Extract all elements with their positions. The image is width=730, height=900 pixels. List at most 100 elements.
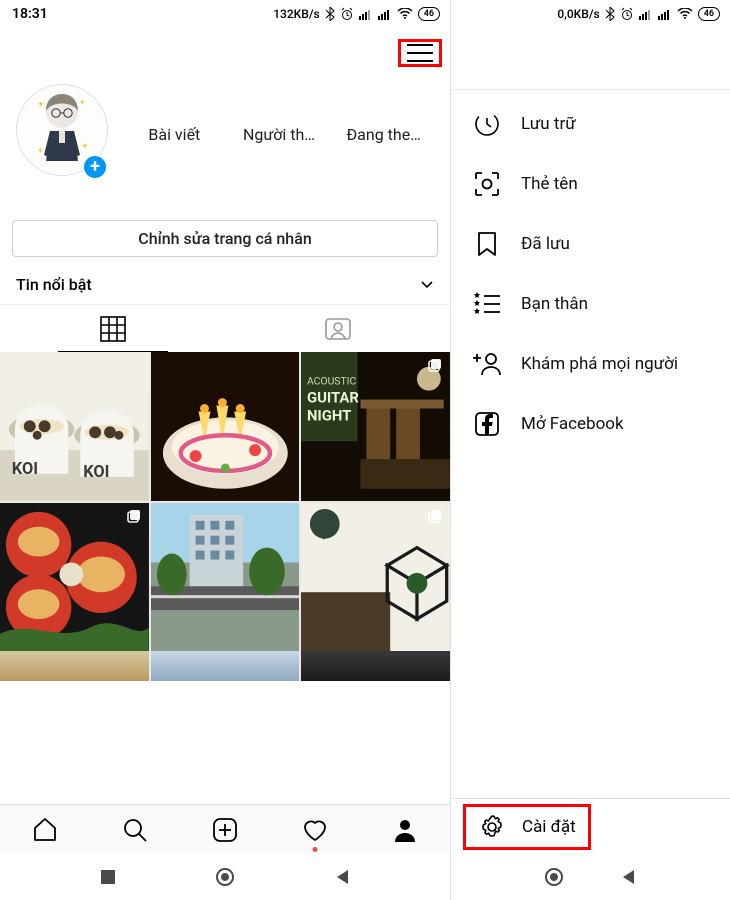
post-grid-partial	[0, 651, 450, 681]
menu-nametag[interactable]: Thẻ tên	[451, 154, 730, 214]
status-bar: 18:31 132KB/s 46	[0, 0, 450, 28]
post-tile[interactable]	[301, 651, 450, 681]
tab-grid[interactable]	[0, 305, 225, 352]
menu-discover[interactable]: Khám phá mọi người	[451, 334, 730, 394]
menu-label: Bạn thân	[521, 294, 588, 314]
menu-button[interactable]	[407, 44, 433, 62]
nametag-icon	[473, 170, 501, 198]
person-icon	[391, 816, 419, 844]
post-grid: KOI KOI	[0, 352, 450, 651]
stat-followers-label[interactable]: Người th…	[229, 125, 330, 144]
svg-text:GUITAR: GUITAR	[307, 389, 359, 407]
bottom-nav	[0, 804, 450, 854]
alarm-icon	[340, 7, 354, 21]
nav-new-post[interactable]	[211, 816, 239, 844]
post-tile[interactable]: ACOUSTIC GUITAR NIGHT	[301, 352, 450, 501]
stat-following-label[interactable]: Đang the…	[333, 125, 434, 144]
nav-search[interactable]	[121, 816, 149, 844]
carousel-icon	[428, 509, 444, 525]
grid-icon	[100, 316, 126, 342]
menu-close-friends[interactable]: Bạn thân	[451, 274, 730, 334]
sys-recent-button[interactable]	[99, 868, 117, 886]
plus-square-icon	[211, 816, 239, 844]
status-right: 0,0KB/s 46	[557, 7, 720, 21]
bookmark-icon	[473, 230, 501, 258]
wifi-icon	[677, 8, 693, 20]
battery-icon: 46	[418, 7, 440, 21]
archive-icon	[473, 110, 501, 138]
svg-text:✦: ✦	[37, 146, 44, 155]
add-story-icon[interactable]: +	[82, 154, 108, 180]
signal-icon	[639, 8, 653, 20]
settings-button[interactable]: Cài đặt	[522, 817, 576, 837]
settings-button-highlight: Cài đặt	[463, 804, 591, 850]
status-time: 18:31	[12, 6, 48, 22]
system-nav	[0, 854, 450, 900]
sys-home-button[interactable]	[544, 867, 564, 887]
menu-screen: 0,0KB/s 46 Lưu trữ Thẻ tên Đã lưu Bạn th…	[451, 0, 730, 900]
svg-text:✦: ✦	[37, 100, 45, 110]
story-highlights-row[interactable]: Tin nổi bật	[0, 271, 450, 304]
post-tile[interactable]	[0, 651, 149, 681]
chevron-down-icon	[420, 278, 434, 292]
facebook-icon	[473, 410, 501, 438]
status-right: 132KB/s 46	[273, 7, 440, 21]
svg-text:ACOUSTIC: ACOUSTIC	[307, 375, 357, 388]
battery-icon: 46	[698, 7, 720, 21]
status-speed: 0,0KB/s	[557, 7, 599, 21]
post-tile[interactable]	[301, 503, 450, 652]
profile-stats: Bài viết Người th… Đang the…	[124, 125, 434, 144]
menu-label: Lưu trữ	[521, 114, 576, 134]
signal-icon	[359, 8, 373, 20]
search-icon	[121, 816, 149, 844]
view-tabs	[0, 304, 450, 352]
svg-text:KOI: KOI	[83, 462, 109, 481]
wifi-icon	[397, 8, 413, 20]
bluetooth-icon	[325, 7, 335, 21]
menu-button-highlight	[398, 39, 442, 67]
heart-icon	[301, 816, 329, 844]
menu-label: Thẻ tên	[521, 174, 578, 194]
signal-icon-2	[658, 8, 672, 20]
menu-label: Mở Facebook	[521, 414, 624, 434]
edit-profile-button[interactable]: Chỉnh sửa trang cá nhân	[12, 220, 438, 257]
nav-profile[interactable]	[391, 816, 419, 844]
post-tile[interactable]	[151, 651, 300, 681]
tagged-icon	[324, 316, 352, 342]
carousel-icon	[127, 509, 143, 525]
menu-list: Lưu trữ Thẻ tên Đã lưu Bạn thân Khám phá…	[451, 90, 730, 458]
highlights-label: Tin nổi bật	[16, 275, 92, 294]
carousel-icon	[428, 358, 444, 374]
add-person-icon	[473, 350, 501, 378]
profile-screen: 18:31 132KB/s 46	[0, 0, 451, 900]
nav-activity[interactable]	[301, 816, 329, 844]
settings-bar: Cài đặt	[451, 798, 730, 854]
svg-text:KOI: KOI	[12, 459, 38, 478]
menu-label: Đã lưu	[521, 234, 570, 254]
post-tile[interactable]	[151, 503, 300, 652]
menu-facebook[interactable]: Mở Facebook	[451, 394, 730, 454]
status-bar: 0,0KB/s 46	[451, 0, 730, 28]
svg-text:✦: ✦	[81, 142, 89, 152]
post-tile[interactable]	[0, 503, 149, 652]
status-speed: 132KB/s	[273, 7, 319, 21]
tab-tagged[interactable]	[225, 305, 450, 352]
menu-archive[interactable]: Lưu trữ	[451, 94, 730, 154]
svg-text:✦: ✦	[79, 98, 86, 107]
top-bar	[0, 28, 450, 78]
bluetooth-icon	[605, 7, 615, 21]
post-tile[interactable]	[151, 352, 300, 501]
gear-icon	[478, 813, 506, 841]
menu-saved[interactable]: Đã lưu	[451, 214, 730, 274]
close-friends-icon	[473, 290, 501, 318]
menu-label: Khám phá mọi người	[521, 354, 678, 374]
system-nav	[451, 854, 730, 900]
sys-home-button[interactable]	[215, 867, 235, 887]
nav-home[interactable]	[31, 816, 59, 844]
sys-back-button[interactable]	[334, 868, 352, 886]
avatar[interactable]: ✦ ✦ ✦ ✦ +	[16, 84, 116, 184]
stat-posts-label[interactable]: Bài viết	[124, 125, 225, 144]
signal-icon-2	[378, 8, 392, 20]
sys-back-button[interactable]	[620, 868, 638, 886]
post-tile[interactable]: KOI KOI	[0, 352, 149, 501]
